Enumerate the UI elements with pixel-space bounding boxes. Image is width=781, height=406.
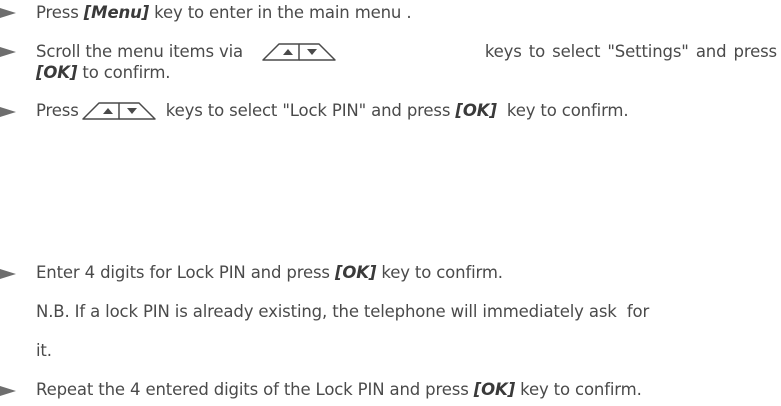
step-5-post: key to confirm. [515, 380, 642, 399]
step-2-post: keys to select "Settings" and press [484, 42, 777, 61]
step-4-text: Enter 4 digits for Lock PIN and press [O… [36, 262, 503, 284]
note-line-1: N.B. If a lock PIN is already existing, … [36, 302, 650, 321]
step-3-post: keys to select "Lock PIN" and press [160, 101, 456, 120]
step-3-pre: Press [36, 101, 79, 120]
step-2-post2: to confirm. [77, 63, 171, 82]
ok-key-label: [OK] [36, 63, 78, 82]
ok-key-label: [OK] [473, 380, 516, 399]
step-2-text: Scroll the menu items via keys to select… [36, 40, 777, 64]
step-2-text-cont: [OK] to confirm. [36, 62, 171, 84]
arrow-bullet-icon [0, 269, 16, 279]
step-5-text: Repeat the 4 entered digits of the Lock … [36, 379, 642, 401]
arrow-bullet-icon [0, 47, 16, 57]
menu-key-label: [Menu] [83, 3, 150, 22]
step-1-pre: Press [36, 3, 84, 22]
step-3-post2: key to confirm. [496, 101, 629, 120]
arrow-bullet-icon [0, 386, 16, 396]
ok-key-label: [OK] [455, 101, 497, 120]
up-down-keys-icon [81, 102, 156, 120]
ok-key-label: [OK] [334, 263, 377, 282]
step-3-text: Press keys to select "Lock PIN" and pres… [36, 99, 629, 123]
step-1-text: Press [Menu] key to enter in the main me… [36, 2, 412, 24]
step-1-post: key to enter in the main menu . [149, 3, 412, 22]
step-5-pre: Repeat the 4 entered digits of the Lock … [36, 380, 474, 399]
scroll-keys-icon [261, 40, 337, 64]
up-down-keys-icon [262, 43, 336, 61]
step-4-pre: Enter 4 digits for Lock PIN and press [36, 263, 335, 282]
step-2-pre: Scroll the menu items via [36, 42, 244, 61]
note-line-2: it. [36, 341, 52, 360]
step-4-post: key to confirm. [376, 263, 503, 282]
arrow-bullet-icon [0, 8, 16, 18]
scroll-keys-icon [81, 99, 157, 123]
arrow-bullet-icon [0, 107, 16, 117]
